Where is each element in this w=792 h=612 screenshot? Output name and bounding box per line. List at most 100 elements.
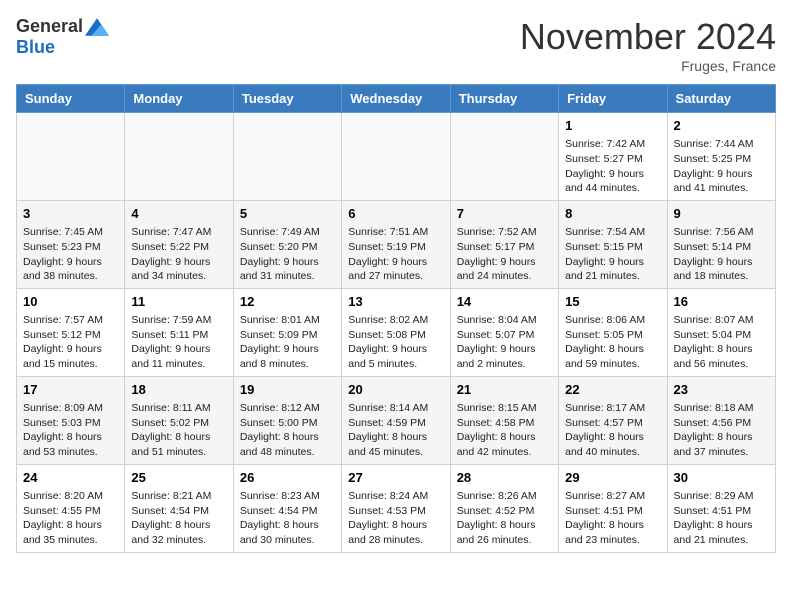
calendar-day-header: Saturday	[667, 85, 775, 113]
calendar-day-header: Wednesday	[342, 85, 450, 113]
day-number: 30	[674, 469, 769, 487]
calendar-week-row: 10 Sunrise: 7:57 AM Sunset: 5:12 PM Dayli…	[17, 288, 776, 376]
day-info: Sunrise: 8:14 AM Sunset: 4:59 PM Dayligh…	[348, 401, 443, 460]
day-number: 15	[565, 293, 660, 311]
day-number: 14	[457, 293, 552, 311]
day-info: Sunrise: 8:01 AM Sunset: 5:09 PM Dayligh…	[240, 313, 335, 372]
calendar-cell: 27 Sunrise: 8:24 AM Sunset: 4:53 PM Dayli…	[342, 464, 450, 552]
day-number: 29	[565, 469, 660, 487]
day-info: Sunrise: 8:23 AM Sunset: 4:54 PM Dayligh…	[240, 489, 335, 548]
day-info: Sunrise: 8:07 AM Sunset: 5:04 PM Dayligh…	[674, 313, 769, 372]
location: Fruges, France	[520, 58, 776, 74]
calendar-cell	[450, 113, 558, 201]
calendar-cell	[125, 113, 233, 201]
day-number: 9	[674, 205, 769, 223]
day-number: 21	[457, 381, 552, 399]
day-number: 24	[23, 469, 118, 487]
calendar-cell: 28 Sunrise: 8:26 AM Sunset: 4:52 PM Dayli…	[450, 464, 558, 552]
day-info: Sunrise: 7:51 AM Sunset: 5:19 PM Dayligh…	[348, 225, 443, 284]
calendar-cell: 25Sunrise: 8:21 AM Sunset: 4:54 PM Dayli…	[125, 464, 233, 552]
day-number: 16	[674, 293, 769, 311]
day-number: 7	[457, 205, 552, 223]
day-info: Sunrise: 8:18 AM Sunset: 4:56 PM Dayligh…	[674, 401, 769, 460]
calendar-cell: 15Sunrise: 8:06 AM Sunset: 5:05 PM Dayli…	[559, 288, 667, 376]
calendar-cell: 23Sunrise: 8:18 AM Sunset: 4:56 PM Dayli…	[667, 376, 775, 464]
day-info: Sunrise: 7:44 AM Sunset: 5:25 PM Dayligh…	[674, 137, 769, 196]
day-number: 12	[240, 293, 335, 311]
day-number: 18	[131, 381, 226, 399]
calendar-cell: 1Sunrise: 7:42 AM Sunset: 5:27 PM Daylig…	[559, 113, 667, 201]
calendar-cell: 5 Sunrise: 7:49 AM Sunset: 5:20 PM Daylig…	[233, 200, 341, 288]
calendar-cell: 7 Sunrise: 7:52 AM Sunset: 5:17 PM Daylig…	[450, 200, 558, 288]
calendar-day-header: Sunday	[17, 85, 125, 113]
day-info: Sunrise: 8:24 AM Sunset: 4:53 PM Dayligh…	[348, 489, 443, 548]
day-number: 10	[23, 293, 118, 311]
day-info: Sunrise: 8:02 AM Sunset: 5:08 PM Dayligh…	[348, 313, 443, 372]
calendar-body: 1Sunrise: 7:42 AM Sunset: 5:27 PM Daylig…	[17, 113, 776, 553]
day-info: Sunrise: 8:17 AM Sunset: 4:57 PM Dayligh…	[565, 401, 660, 460]
calendar-header-row: SundayMondayTuesdayWednesdayThursdayFrid…	[17, 85, 776, 113]
day-info: Sunrise: 7:52 AM Sunset: 5:17 PM Dayligh…	[457, 225, 552, 284]
logo: General Blue	[16, 16, 109, 58]
calendar-cell: 16 Sunrise: 8:07 AM Sunset: 5:04 PM Dayli…	[667, 288, 775, 376]
calendar-table: SundayMondayTuesdayWednesdayThursdayFrid…	[16, 84, 776, 553]
calendar-cell: 20 Sunrise: 8:14 AM Sunset: 4:59 PM Dayli…	[342, 376, 450, 464]
calendar-cell: 3 Sunrise: 7:45 AM Sunset: 5:23 PM Daylig…	[17, 200, 125, 288]
day-info: Sunrise: 7:56 AM Sunset: 5:14 PM Dayligh…	[674, 225, 769, 284]
day-number: 27	[348, 469, 443, 487]
calendar-cell: 22 Sunrise: 8:17 AM Sunset: 4:57 PM Dayli…	[559, 376, 667, 464]
day-number: 20	[348, 381, 443, 399]
calendar-week-row: 24 Sunrise: 8:20 AM Sunset: 4:55 PM Dayli…	[17, 464, 776, 552]
calendar-cell: 19Sunrise: 8:12 AM Sunset: 5:00 PM Dayli…	[233, 376, 341, 464]
calendar-cell: 14 Sunrise: 8:04 AM Sunset: 5:07 PM Dayli…	[450, 288, 558, 376]
day-info: Sunrise: 8:09 AM Sunset: 5:03 PM Dayligh…	[23, 401, 118, 460]
month-title: November 2024	[520, 16, 776, 58]
day-info: Sunrise: 7:57 AM Sunset: 5:12 PM Dayligh…	[23, 313, 118, 372]
calendar-cell: 4 Sunrise: 7:47 AM Sunset: 5:22 PM Daylig…	[125, 200, 233, 288]
day-info: Sunrise: 8:11 AM Sunset: 5:02 PM Dayligh…	[131, 401, 226, 460]
calendar-day-header: Tuesday	[233, 85, 341, 113]
calendar-cell: 17 Sunrise: 8:09 AM Sunset: 5:03 PM Dayli…	[17, 376, 125, 464]
logo-general-text: General	[16, 16, 83, 37]
day-number: 3	[23, 205, 118, 223]
calendar-week-row: 3 Sunrise: 7:45 AM Sunset: 5:23 PM Daylig…	[17, 200, 776, 288]
day-info: Sunrise: 8:04 AM Sunset: 5:07 PM Dayligh…	[457, 313, 552, 372]
calendar-cell: 11 Sunrise: 7:59 AM Sunset: 5:11 PM Dayli…	[125, 288, 233, 376]
day-info: Sunrise: 7:47 AM Sunset: 5:22 PM Dayligh…	[131, 225, 226, 284]
day-number: 28	[457, 469, 552, 487]
day-info: Sunrise: 8:20 AM Sunset: 4:55 PM Dayligh…	[23, 489, 118, 548]
day-number: 4	[131, 205, 226, 223]
calendar-cell: 13 Sunrise: 8:02 AM Sunset: 5:08 PM Dayli…	[342, 288, 450, 376]
calendar-cell: 29 Sunrise: 8:27 AM Sunset: 4:51 PM Dayli…	[559, 464, 667, 552]
day-number: 25	[131, 469, 226, 487]
day-info: Sunrise: 7:45 AM Sunset: 5:23 PM Dayligh…	[23, 225, 118, 284]
calendar-cell: 9 Sunrise: 7:56 AM Sunset: 5:14 PM Daylig…	[667, 200, 775, 288]
day-info: Sunrise: 8:27 AM Sunset: 4:51 PM Dayligh…	[565, 489, 660, 548]
day-number: 2	[674, 117, 769, 135]
day-info: Sunrise: 7:49 AM Sunset: 5:20 PM Dayligh…	[240, 225, 335, 284]
calendar-cell	[233, 113, 341, 201]
day-info: Sunrise: 7:59 AM Sunset: 5:11 PM Dayligh…	[131, 313, 226, 372]
day-number: 22	[565, 381, 660, 399]
calendar-cell: 8 Sunrise: 7:54 AM Sunset: 5:15 PM Daylig…	[559, 200, 667, 288]
day-number: 5	[240, 205, 335, 223]
calendar-cell: 12 Sunrise: 8:01 AM Sunset: 5:09 PM Dayli…	[233, 288, 341, 376]
day-info: Sunrise: 8:29 AM Sunset: 4:51 PM Dayligh…	[674, 489, 769, 548]
calendar-week-row: 17 Sunrise: 8:09 AM Sunset: 5:03 PM Dayli…	[17, 376, 776, 464]
calendar-cell: 30 Sunrise: 8:29 AM Sunset: 4:51 PM Dayli…	[667, 464, 775, 552]
calendar-cell: 18 Sunrise: 8:11 AM Sunset: 5:02 PM Dayli…	[125, 376, 233, 464]
day-info: Sunrise: 7:54 AM Sunset: 5:15 PM Dayligh…	[565, 225, 660, 284]
calendar-cell: 26Sunrise: 8:23 AM Sunset: 4:54 PM Dayli…	[233, 464, 341, 552]
day-number: 1	[565, 117, 660, 135]
day-number: 13	[348, 293, 443, 311]
calendar-cell: 21Sunrise: 8:15 AM Sunset: 4:58 PM Dayli…	[450, 376, 558, 464]
calendar-cell: 10 Sunrise: 7:57 AM Sunset: 5:12 PM Dayli…	[17, 288, 125, 376]
day-number: 8	[565, 205, 660, 223]
day-number: 17	[23, 381, 118, 399]
day-number: 19	[240, 381, 335, 399]
day-number: 11	[131, 293, 226, 311]
day-info: Sunrise: 8:26 AM Sunset: 4:52 PM Dayligh…	[457, 489, 552, 548]
calendar-week-row: 1Sunrise: 7:42 AM Sunset: 5:27 PM Daylig…	[17, 113, 776, 201]
calendar-cell: 24 Sunrise: 8:20 AM Sunset: 4:55 PM Dayli…	[17, 464, 125, 552]
calendar-cell: 2 Sunrise: 7:44 AM Sunset: 5:25 PM Daylig…	[667, 113, 775, 201]
